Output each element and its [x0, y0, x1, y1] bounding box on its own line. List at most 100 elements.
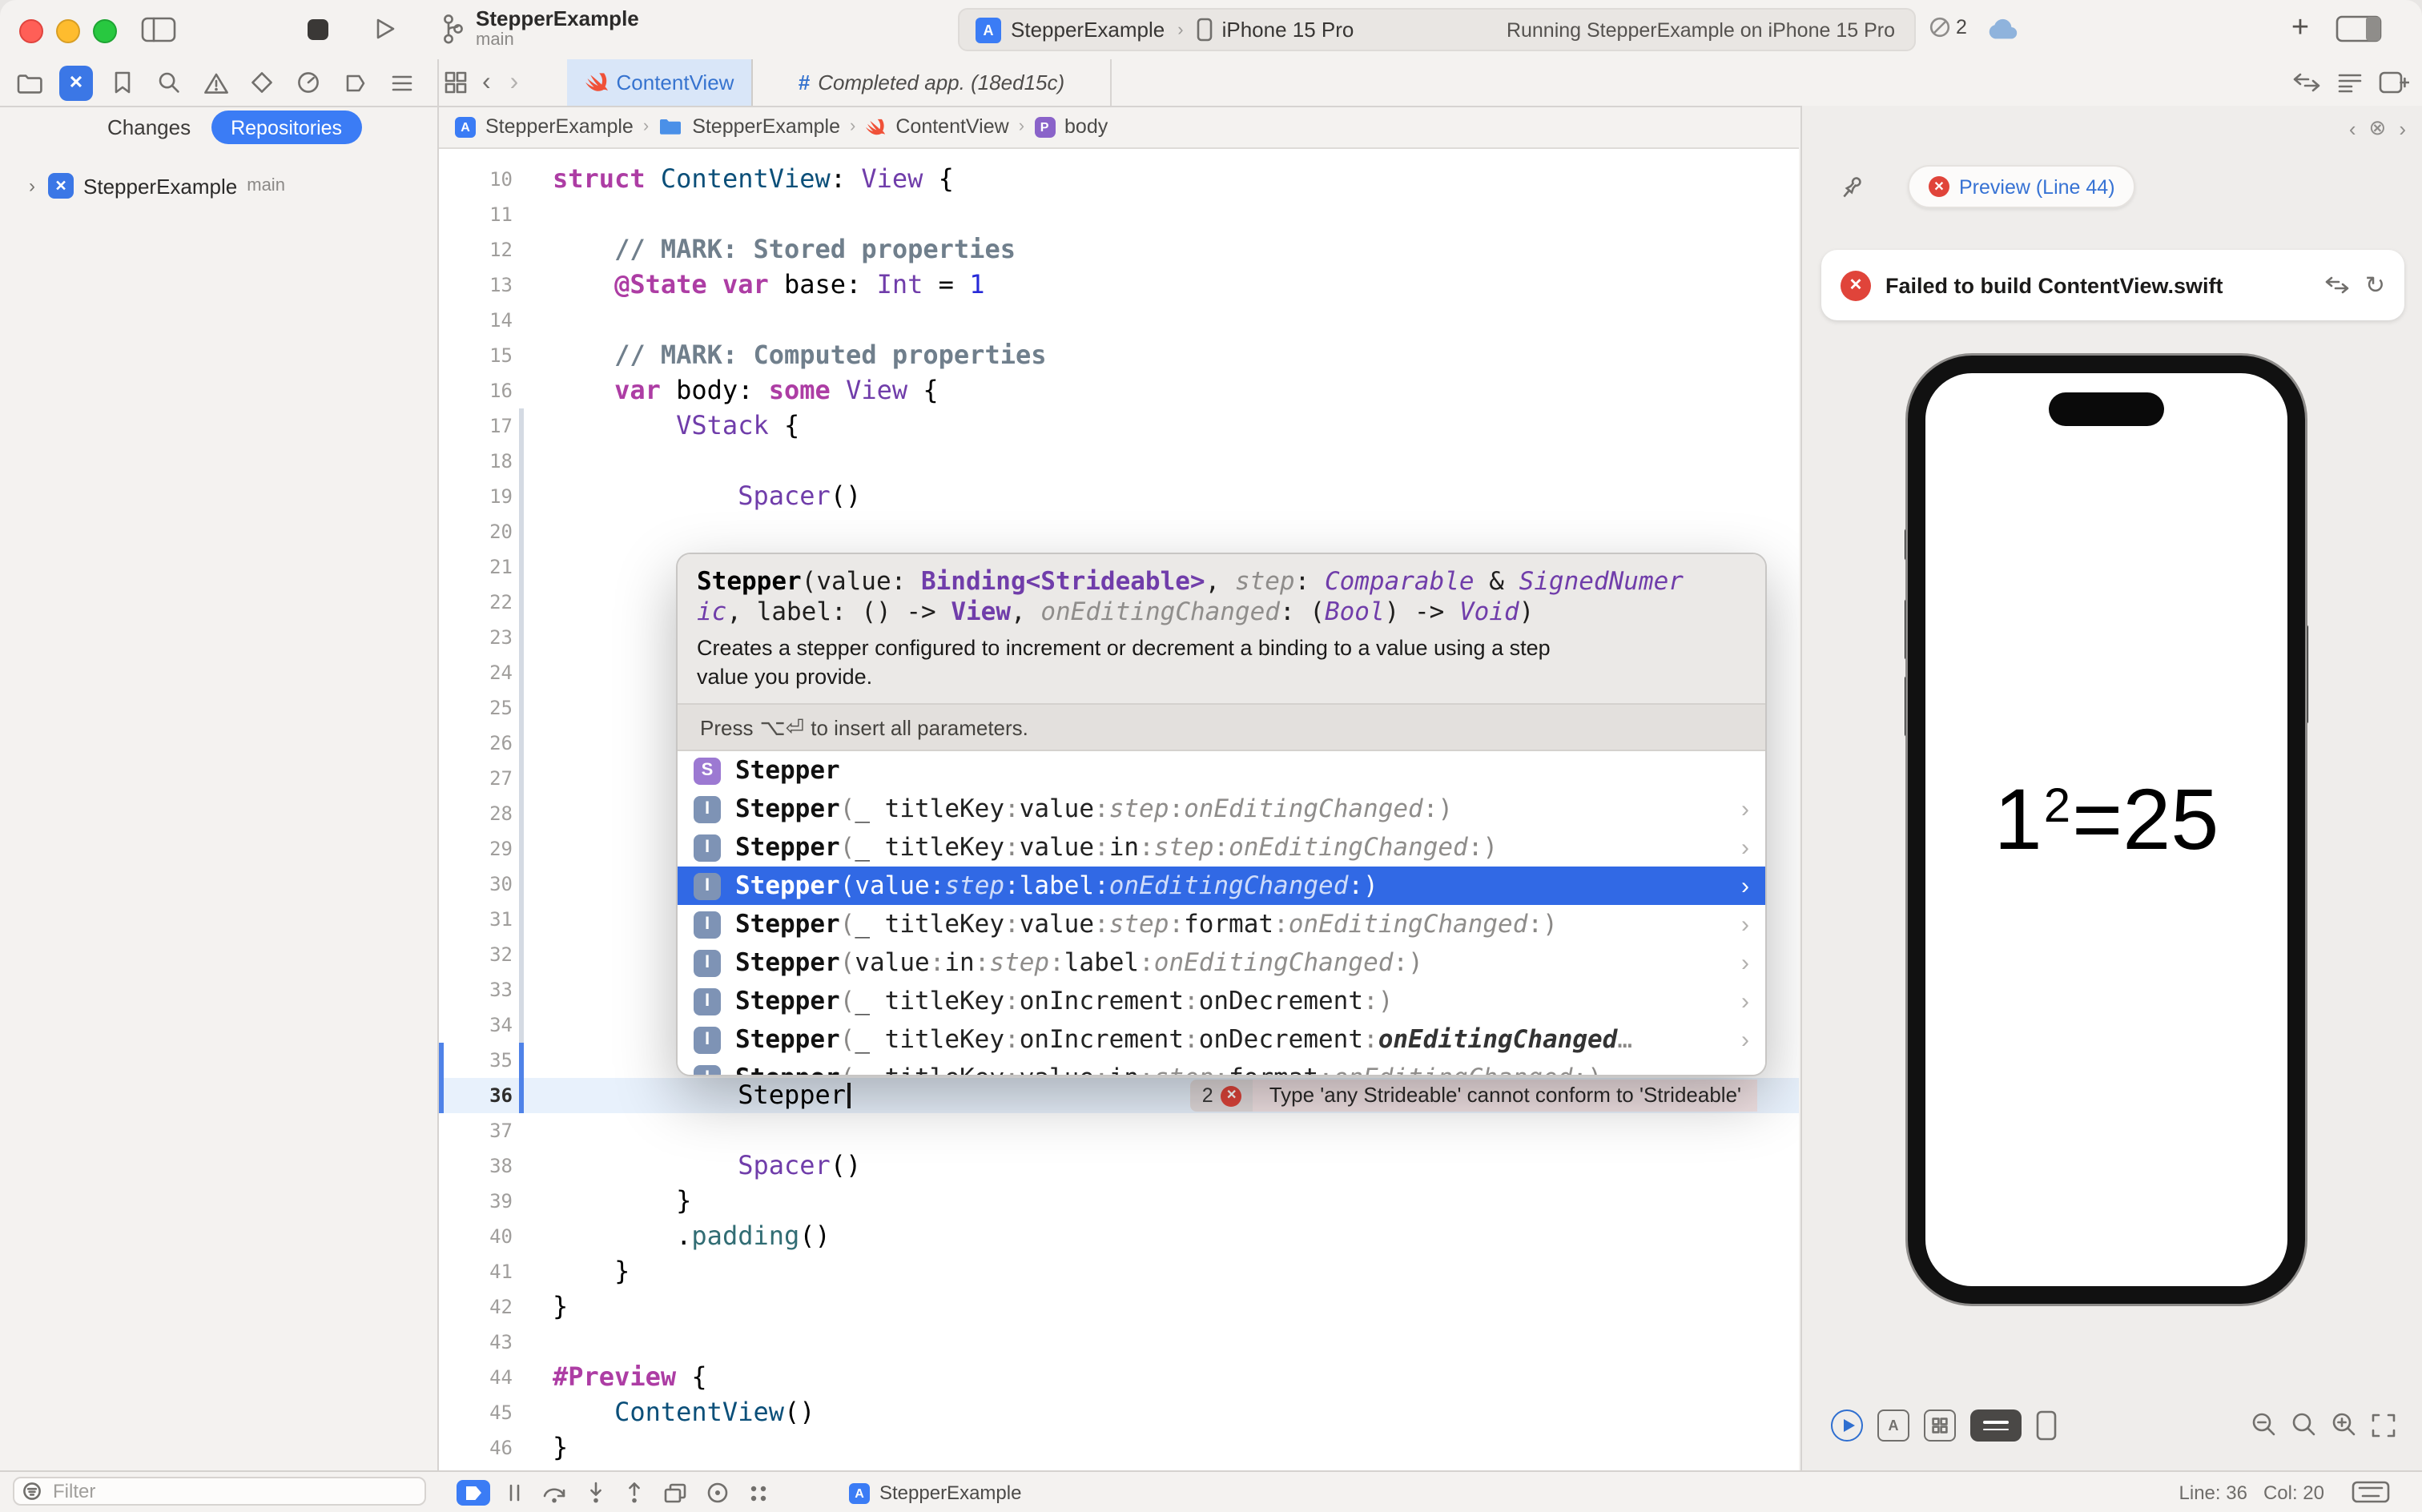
disclosure-chevron-icon[interactable]: › [1741, 949, 1749, 976]
line-number[interactable]: 21 [439, 549, 513, 585]
code-line-10[interactable]: 10struct ContentView: View { [439, 162, 1799, 197]
line-number[interactable]: 42 [439, 1289, 513, 1325]
filter-input[interactable] [50, 1478, 376, 1504]
debug-target-breadcrumb[interactable]: A StepperExample [849, 1472, 1021, 1512]
report-navigator-icon[interactable] [384, 65, 418, 100]
line-number[interactable]: 34 [439, 1007, 513, 1043]
line-number[interactable]: 11 [439, 197, 513, 232]
device-settings-button[interactable] [1970, 1409, 2022, 1442]
step-into-icon[interactable] [586, 1482, 606, 1504]
line-number[interactable]: 45 [439, 1395, 513, 1430]
line-number[interactable]: 12 [439, 232, 513, 267]
code-line-18[interactable]: 18 [439, 444, 1799, 479]
add-editor-icon[interactable] [2379, 70, 2409, 94]
line-number[interactable]: 25 [439, 690, 513, 726]
line-number[interactable]: 33 [439, 972, 513, 1007]
variants-grid-button[interactable] [1924, 1409, 1956, 1442]
breadcrumb-symbol[interactable]: body [1064, 115, 1108, 138]
line-number[interactable]: 41 [439, 1254, 513, 1289]
left-sidebar-toggle-icon[interactable] [141, 16, 176, 43]
code-line-19[interactable]: 19 Spacer() [439, 479, 1799, 514]
code-line-13[interactable]: 13 @State var base: Int = 1 [439, 267, 1799, 303]
project-title-block[interactable]: StepperExample main [442, 6, 639, 51]
line-number[interactable]: 18 [439, 444, 513, 479]
completion-row-0[interactable]: SStepper [678, 751, 1765, 790]
disclosure-chevron-icon[interactable]: › [1741, 911, 1749, 938]
code-line-16[interactable]: 16 var body: some View { [439, 373, 1799, 408]
keyboard-icon[interactable] [2352, 1480, 2390, 1504]
scheme-name[interactable]: StepperExample [1011, 18, 1165, 42]
editor-options-icon[interactable] [2337, 72, 2363, 93]
canvas-close-icon[interactable]: ⊗ [2369, 115, 2387, 141]
issue-navigator-icon[interactable] [199, 65, 232, 100]
code-line-43[interactable]: 43 [439, 1325, 1799, 1360]
go-forward-button[interactable]: › [505, 68, 524, 97]
project-navigator-icon[interactable] [13, 65, 46, 100]
code-line-45[interactable]: 45 ContentView() [439, 1395, 1799, 1430]
build-error-banner[interactable]: ✕ Failed to build ContentView.swift ↻ [1821, 250, 2404, 320]
filter-field[interactable] [13, 1477, 426, 1506]
debug-pause-icon[interactable] [506, 1483, 522, 1502]
completion-row-4[interactable]: IStepper(_ titleKey:value:step:format:on… [678, 905, 1765, 943]
step-out-icon[interactable] [625, 1482, 644, 1504]
window-close-button[interactable] [19, 19, 43, 43]
completion-row-3[interactable]: IStepper(value:step:label:onEditingChang… [678, 867, 1765, 905]
stop-button[interactable] [308, 19, 328, 40]
line-number[interactable]: 36 [439, 1078, 513, 1113]
line-number[interactable]: 19 [439, 479, 513, 514]
code-line-44[interactable]: 44#Preview { [439, 1360, 1799, 1395]
line-number[interactable]: 32 [439, 937, 513, 972]
line-number[interactable]: 16 [439, 373, 513, 408]
line-number[interactable]: 39 [439, 1184, 513, 1219]
line-number[interactable]: 27 [439, 761, 513, 796]
line-number[interactable]: 15 [439, 338, 513, 373]
line-number[interactable]: 26 [439, 726, 513, 761]
completion-row-6[interactable]: IStepper(_ titleKey:onIncrement:onDecrem… [678, 982, 1765, 1020]
line-number[interactable]: 13 [439, 267, 513, 303]
run-destination[interactable]: iPhone 15 Pro [1222, 18, 1354, 42]
retry-icon[interactable]: ↻ [2365, 271, 2385, 300]
code-line-41[interactable]: 41 } [439, 1254, 1799, 1289]
cloud-status-icon[interactable] [1986, 18, 2020, 40]
zoom-actual-size-icon[interactable] [2291, 1411, 2318, 1438]
line-number[interactable]: 22 [439, 585, 513, 620]
memory-graph-icon[interactable] [706, 1482, 729, 1504]
completion-row-2[interactable]: IStepper(_ titleKey:value:in:step:onEdit… [678, 828, 1765, 867]
window-minimize-button[interactable] [56, 19, 80, 43]
line-number[interactable]: 29 [439, 831, 513, 867]
code-line-12[interactable]: 12 // MARK: Stored properties [439, 232, 1799, 267]
code-line-15[interactable]: 15 // MARK: Computed properties [439, 338, 1799, 373]
zoom-fit-icon[interactable] [2371, 1412, 2396, 1438]
preview-tab[interactable]: ✕ Preview (Line 44) [1908, 165, 2136, 208]
code-line-46[interactable]: 46} [439, 1430, 1799, 1466]
line-number[interactable]: 17 [439, 408, 513, 444]
zoom-in-icon[interactable] [2331, 1411, 2358, 1438]
window-zoom-button[interactable] [93, 19, 117, 43]
completion-row-1[interactable]: IStepper(_ titleKey:value:step:onEditing… [678, 790, 1765, 828]
line-number[interactable]: 30 [439, 867, 513, 902]
diagnostics-icon[interactable] [2325, 275, 2351, 295]
app-preview-screen[interactable]: 12=25 [1925, 770, 2287, 870]
breakpoints-toggle-button[interactable] [457, 1480, 490, 1506]
disclosure-chevron-icon[interactable]: › [1741, 795, 1749, 822]
bookmarks-navigator-icon[interactable] [106, 65, 139, 100]
line-number[interactable]: 37 [439, 1113, 513, 1148]
line-number[interactable]: 43 [439, 1325, 513, 1360]
code-line-40[interactable]: 40 .padding() [439, 1219, 1799, 1254]
line-number[interactable]: 35 [439, 1043, 513, 1078]
line-number[interactable]: 38 [439, 1148, 513, 1184]
pin-icon[interactable] [1837, 173, 1866, 205]
run-button[interactable] [370, 14, 399, 43]
step-over-icon[interactable] [541, 1482, 567, 1503]
line-number[interactable]: 14 [439, 303, 513, 338]
source-control-navigator-icon[interactable]: ✕ [59, 65, 93, 100]
changes-tab[interactable]: Changes [107, 115, 191, 139]
find-navigator-icon[interactable] [152, 65, 186, 100]
zoom-out-icon[interactable] [2251, 1411, 2278, 1438]
line-number[interactable]: 23 [439, 620, 513, 655]
related-items-icon[interactable] [444, 70, 468, 94]
device-picker-button[interactable] [2036, 1409, 2057, 1442]
line-number[interactable]: 28 [439, 796, 513, 831]
activity-scheme-bar[interactable]: A StepperExample › iPhone 15 Pro Running… [958, 8, 1916, 51]
line-number[interactable]: 31 [439, 902, 513, 937]
